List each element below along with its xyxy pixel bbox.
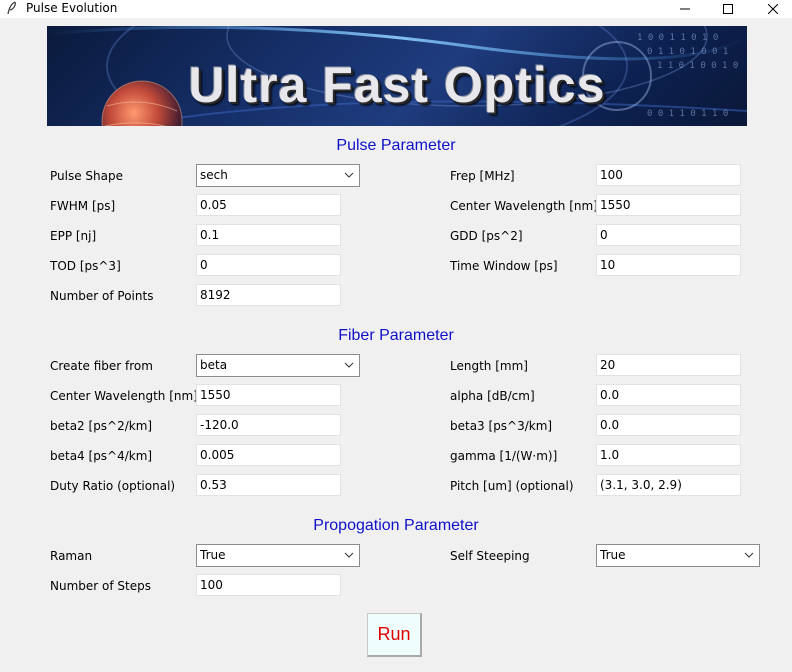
epp-label: EPP [nj] [50,229,97,243]
length-label: Length [mm] [450,359,528,373]
chevron-down-icon [744,552,754,558]
create-fiber-select[interactable]: beta [196,354,360,377]
pulse-center-wavelength-label: Center Wavelength [nm] [450,199,598,213]
epp-input[interactable]: 0.1 [196,224,341,246]
fiber-center-wavelength-label: Center Wavelength [nm] [50,389,198,403]
minimize-icon [680,8,690,10]
tod-input[interactable]: 0 [196,254,341,276]
time-window-label: Time Window [ps] [450,259,558,273]
self-steeping-select[interactable]: True [596,544,760,567]
beta3-label: beta3 [ps^3/km] [450,419,553,433]
self-steeping-label: Self Steeping [450,549,530,563]
close-icon [768,4,778,14]
alpha-label: alpha [dB/cm] [450,389,535,403]
feather-icon [7,1,16,15]
number-of-points-label: Number of Points [50,289,154,303]
title-bar: Pulse Evolution [0,0,792,18]
banner-title: Ultra Fast Optics [188,57,606,113]
fiber-center-wavelength-input[interactable]: 1550 [196,384,341,406]
chevron-down-icon [344,362,354,368]
number-of-points-input[interactable]: 8192 [196,284,341,306]
chevron-down-icon [344,172,354,178]
duty-ratio-label: Duty Ratio (optional) [50,479,176,493]
tod-label: TOD [ps^3] [50,259,121,273]
propagation-section-title: Propogation Parameter [313,517,479,534]
svg-text:1 0 0 1 1 0 1 0: 1 0 0 1 1 0 1 0 [637,33,718,43]
pitch-label: Pitch [um] (optional) [450,479,574,493]
beta4-label: beta4 [ps^4/km] [50,449,153,463]
pitch-input[interactable]: (3.1, 3.0, 2.9) [596,474,741,496]
frep-input[interactable]: 100 [596,164,741,186]
maximize-icon [723,4,733,14]
length-input[interactable]: 20 [596,354,741,376]
beta4-input[interactable]: 0.005 [196,444,341,466]
pulse-shape-label: Pulse Shape [50,169,123,183]
gdd-label: GDD [ps^2] [450,229,523,243]
chevron-down-icon [344,552,354,558]
beta3-input[interactable]: 0.0 [596,414,741,436]
pulse-section-title: Pulse Parameter [336,137,456,154]
close-button[interactable] [750,0,792,18]
create-fiber-label: Create fiber from [50,359,153,373]
duty-ratio-input[interactable]: 0.53 [196,474,341,496]
create-fiber-value: beta [200,358,228,372]
raman-value: True [200,548,226,562]
beta2-label: beta2 [ps^2/km] [50,419,153,433]
beta2-input[interactable]: -120.0 [196,414,341,436]
raman-label: Raman [50,549,93,563]
frep-label: Frep [MHz] [450,169,515,183]
run-button[interactable]: Run [367,613,422,657]
gdd-input[interactable]: 0 [596,224,741,246]
pulse-shape-select[interactable]: sech [196,164,360,187]
banner: 1 0 0 1 1 0 1 0 0 1 1 0 1 0 0 1 1 1 0 1 … [47,26,747,126]
time-window-input[interactable]: 10 [596,254,741,276]
gamma-input[interactable]: 1.0 [596,444,741,466]
maximize-button[interactable] [705,0,751,18]
pulse-shape-value: sech [200,168,228,182]
fwhm-input[interactable]: 0.05 [196,194,341,216]
number-of-steps-label: Number of Steps [50,579,151,593]
gamma-label: gamma [1/(W·m)] [450,449,558,463]
fiber-section-title: Fiber Parameter [338,327,454,344]
pulse-center-wavelength-input[interactable]: 1550 [596,194,741,216]
raman-select[interactable]: True [196,544,360,567]
window-title: Pulse Evolution [26,1,118,15]
alpha-input[interactable]: 0.0 [596,384,741,406]
number-of-steps-input[interactable]: 100 [196,574,341,596]
minimize-button[interactable] [662,0,708,18]
fwhm-label: FWHM [ps] [50,199,116,213]
self-steeping-value: True [600,548,626,562]
